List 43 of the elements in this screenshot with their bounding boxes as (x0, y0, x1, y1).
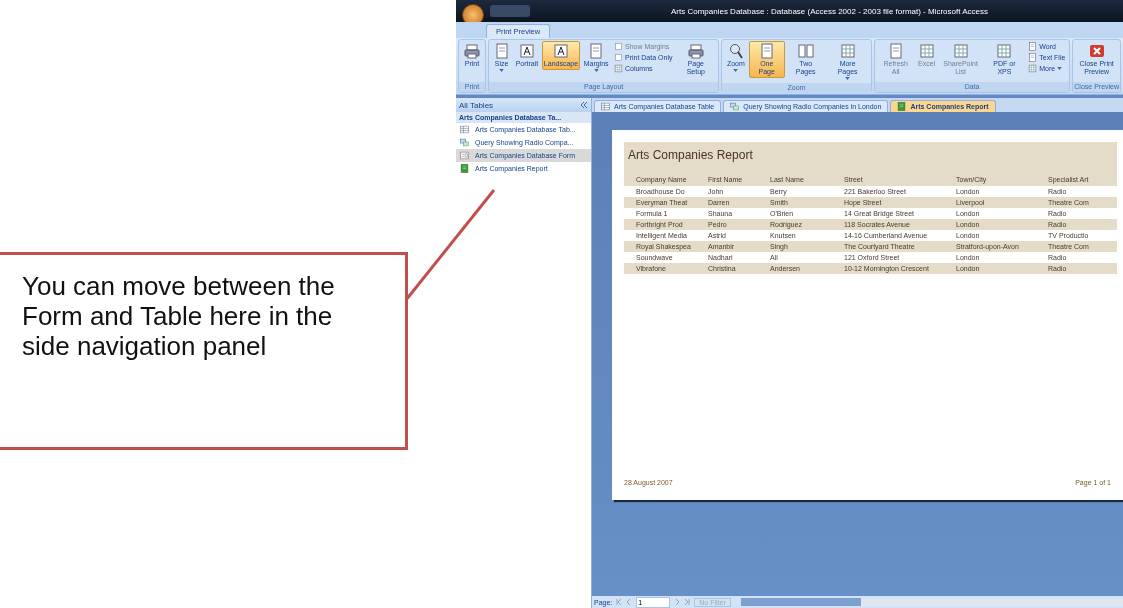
grid-icon (1028, 64, 1038, 73)
form-icon (460, 151, 469, 160)
grid-icon (952, 43, 969, 59)
zoom-icon (727, 43, 744, 59)
page-icon (588, 43, 605, 59)
table-icon (460, 125, 469, 134)
collapse-icon[interactable] (580, 101, 588, 109)
window-title: Arts Companies Database : Database (Access 2002 - 2003 file format) - Microsoft Access (670, 6, 989, 16)
first-page-icon[interactable] (616, 599, 623, 605)
quick-access-toolbar[interactable] (490, 5, 530, 17)
report-icon (897, 102, 907, 111)
page-icon (493, 43, 510, 59)
printer-icon (687, 43, 704, 59)
caret-icon (593, 69, 599, 72)
grid-icon (996, 43, 1013, 59)
letter-a-page-icon (553, 43, 569, 59)
caret-icon (499, 69, 505, 72)
caret-icon (1057, 67, 1063, 70)
page-icon (1028, 53, 1038, 62)
horizontal-scrollbar[interactable] (740, 598, 1123, 606)
callout-text: You can move between the Form and Table here in the side navigation panel (0, 252, 408, 450)
grid-icon (839, 43, 856, 59)
grid-icon (918, 43, 935, 59)
letter-a-page-icon (518, 43, 535, 59)
nav-pane-title: All Tables (459, 100, 494, 110)
caret-icon (733, 69, 739, 72)
report-icon (460, 164, 469, 173)
grid-icon (613, 64, 623, 73)
report-title: Arts Companies Report (627, 148, 754, 164)
printer-icon (464, 43, 480, 59)
next-page-icon[interactable] (674, 599, 681, 605)
two-pages-icon (797, 43, 814, 59)
last-page-icon[interactable] (684, 599, 691, 605)
close-icon (1088, 43, 1105, 59)
caret-icon (845, 77, 851, 80)
checkbox[interactable] (613, 53, 623, 62)
previous-page-icon[interactable] (626, 599, 633, 605)
page-icon (1028, 42, 1038, 51)
page-icon (887, 43, 904, 59)
query-icon (730, 102, 740, 111)
page-icon (758, 43, 775, 59)
table-icon (601, 102, 610, 111)
query-icon (460, 138, 469, 147)
